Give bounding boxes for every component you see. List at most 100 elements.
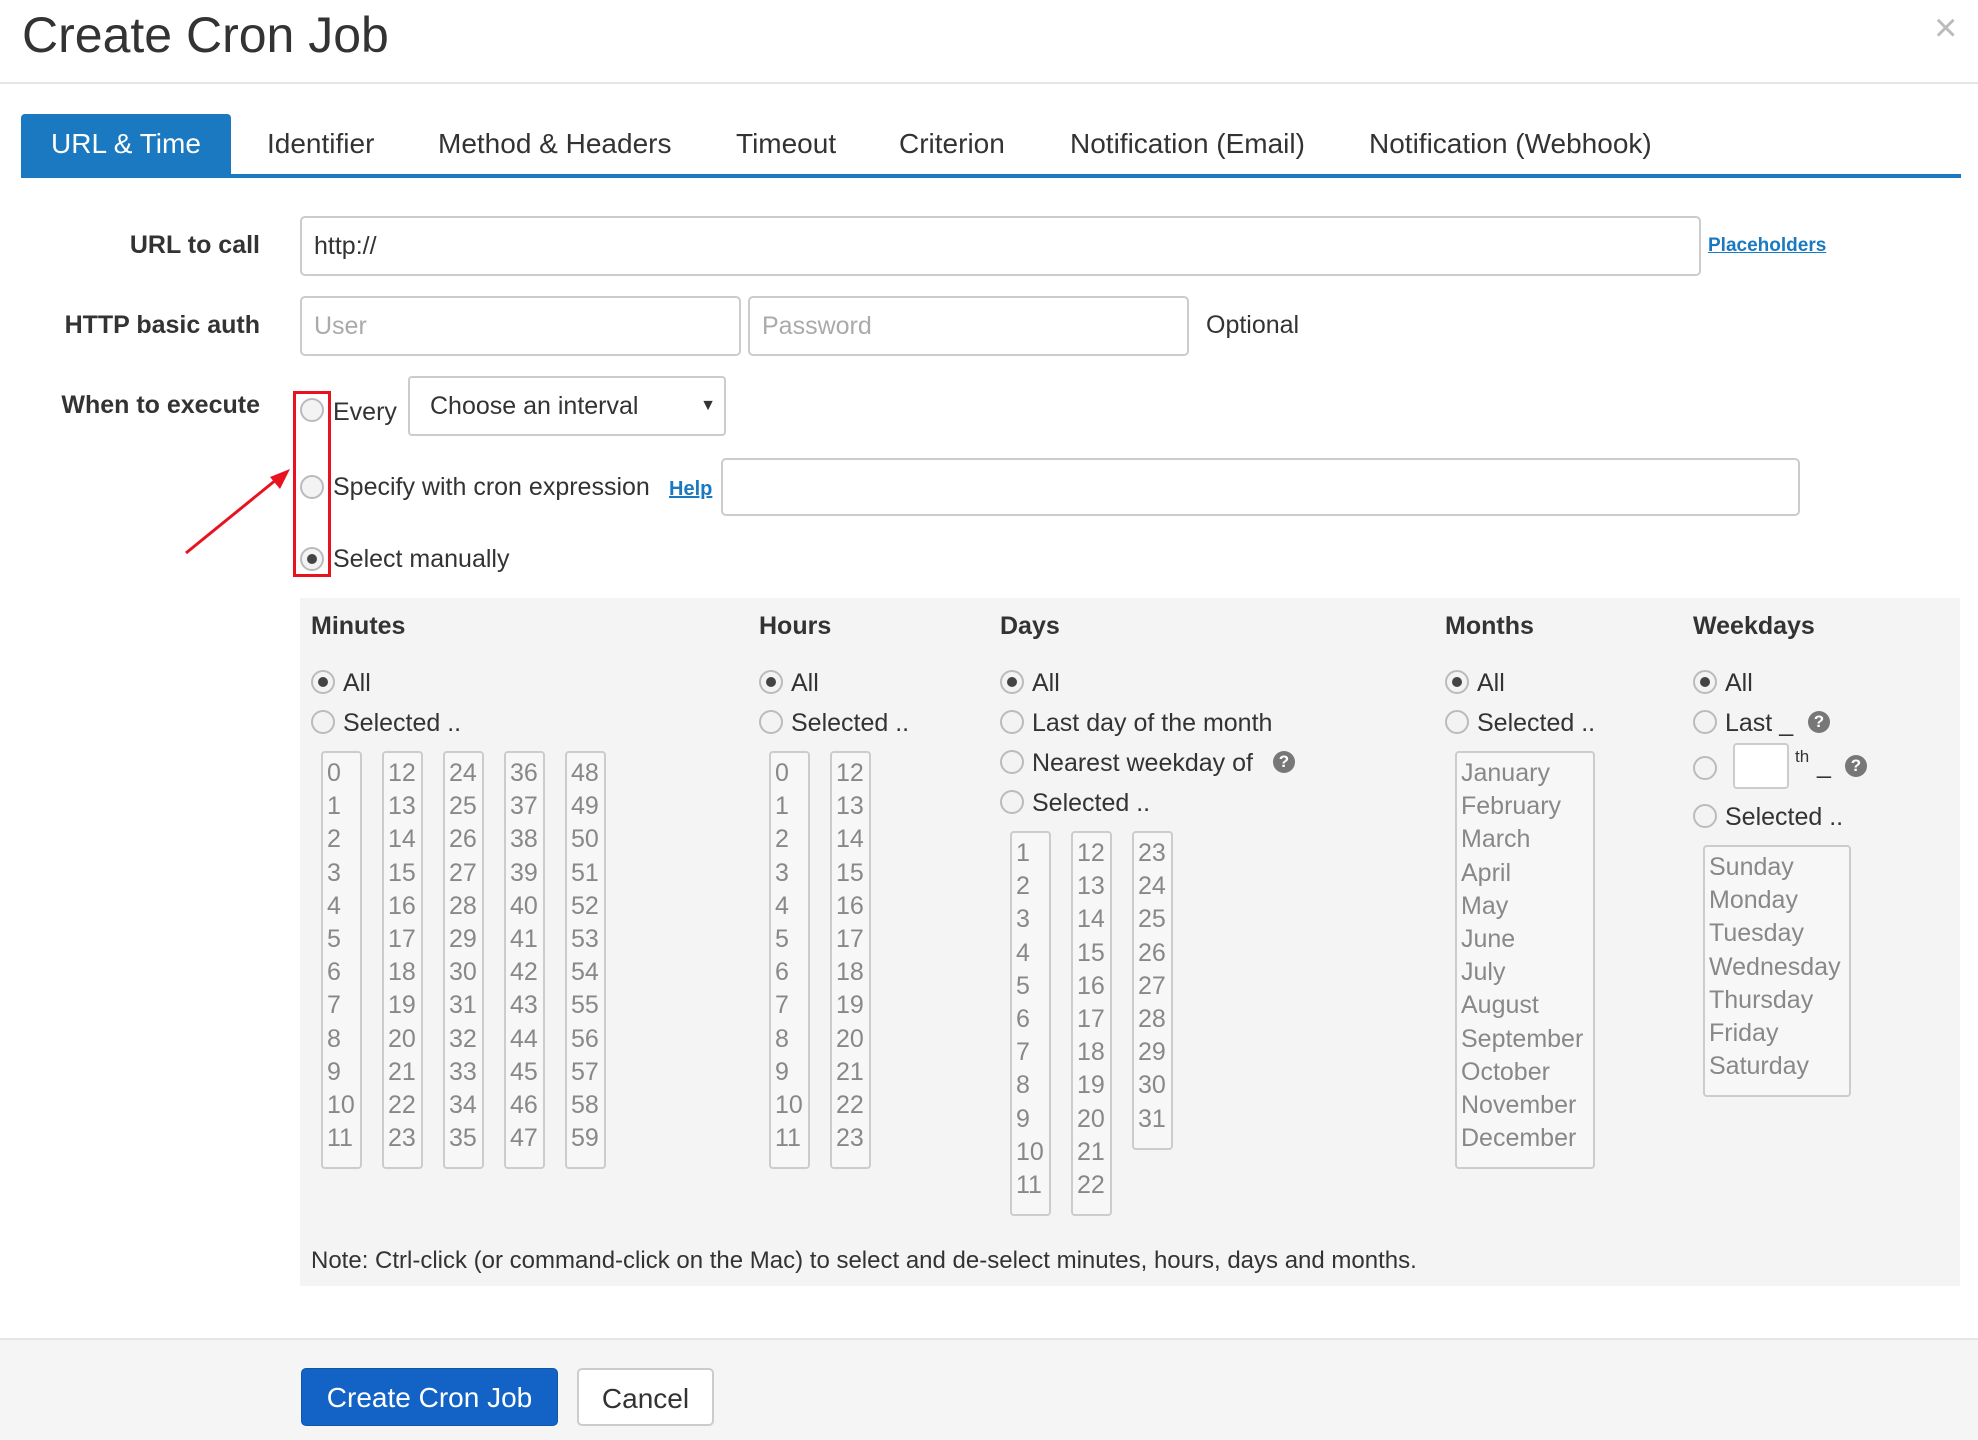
list-option[interactable]: Tuesday [1709, 917, 1845, 950]
interval-select[interactable]: Choose an interval ▼ [408, 376, 726, 436]
password-input[interactable] [748, 296, 1189, 356]
list-option[interactable]: 24 [449, 757, 478, 790]
list-option[interactable]: 25 [1138, 903, 1167, 936]
days-list-2[interactable]: 12 13 14 15 16 17 18 19 20 21 22 [1071, 831, 1112, 1216]
list-option[interactable]: 1 [1016, 837, 1045, 870]
list-option[interactable]: Friday [1709, 1017, 1845, 1050]
list-option[interactable]: October [1461, 1056, 1589, 1089]
list-option[interactable]: February [1461, 790, 1589, 823]
list-option[interactable]: 17 [388, 923, 417, 956]
create-cron-job-button[interactable]: Create Cron Job [301, 1368, 558, 1426]
list-option[interactable]: 44 [510, 1023, 539, 1056]
list-option[interactable]: 12 [836, 757, 865, 790]
list-option[interactable]: 3 [1016, 903, 1045, 936]
minutes-list-3[interactable]: 24 25 26 27 28 29 30 31 32 33 34 35 [443, 751, 484, 1169]
list-option[interactable]: 31 [1138, 1103, 1167, 1136]
months-list[interactable]: January February March April May June July Augu… [1455, 751, 1595, 1169]
list-option[interactable]: 49 [571, 790, 600, 823]
weekdays-radio-selected[interactable] [1693, 804, 1717, 828]
list-option[interactable]: 5 [1016, 970, 1045, 1003]
list-option[interactable]: September [1461, 1023, 1589, 1056]
list-option[interactable]: 10 [775, 1089, 804, 1122]
list-option[interactable]: 31 [449, 989, 478, 1022]
list-option[interactable]: 0 [775, 757, 804, 790]
list-option[interactable]: July [1461, 956, 1589, 989]
question-icon[interactable]: ? [1808, 711, 1830, 733]
list-option[interactable]: 20 [1077, 1103, 1106, 1136]
list-option[interactable]: 29 [1138, 1036, 1167, 1069]
list-option[interactable]: November [1461, 1089, 1589, 1122]
list-option[interactable]: 13 [836, 790, 865, 823]
question-icon[interactable]: ? [1845, 755, 1867, 777]
list-option[interactable]: May [1461, 890, 1589, 923]
list-option[interactable]: 13 [1077, 870, 1106, 903]
list-option[interactable]: 15 [1077, 937, 1106, 970]
placeholders-link[interactable]: Placeholders [1708, 235, 1826, 257]
list-option[interactable]: 35 [449, 1122, 478, 1155]
list-option[interactable]: 22 [836, 1089, 865, 1122]
list-option[interactable]: 23 [388, 1122, 417, 1155]
list-option[interactable]: January [1461, 757, 1589, 790]
days-radio-last-day[interactable] [1000, 710, 1024, 734]
days-radio-nearest-weekday[interactable] [1000, 750, 1024, 774]
list-option[interactable]: 9 [327, 1056, 356, 1089]
list-option[interactable]: 51 [571, 857, 600, 890]
list-option[interactable]: 37 [510, 790, 539, 823]
list-option[interactable]: 54 [571, 956, 600, 989]
minutes-list-1[interactable]: 0 1 2 3 4 5 6 7 8 9 10 11 [321, 751, 362, 1169]
list-option[interactable]: Saturday [1709, 1050, 1845, 1083]
list-option[interactable]: 42 [510, 956, 539, 989]
list-option[interactable]: 50 [571, 823, 600, 856]
list-option[interactable]: 47 [510, 1122, 539, 1155]
list-option[interactable]: 43 [510, 989, 539, 1022]
days-radio-selected[interactable] [1000, 790, 1024, 814]
minutes-list-5[interactable]: 48 49 50 51 52 53 54 55 56 57 58 59 [565, 751, 606, 1169]
days-list-1[interactable]: 1 2 3 4 5 6 7 8 9 10 11 [1010, 831, 1051, 1216]
list-option[interactable]: April [1461, 857, 1589, 890]
list-option[interactable]: 57 [571, 1056, 600, 1089]
list-option[interactable]: 26 [449, 823, 478, 856]
tab-timeout[interactable]: Timeout [736, 114, 836, 174]
list-option[interactable]: 28 [1138, 1003, 1167, 1036]
cron-expression-input[interactable] [721, 458, 1800, 516]
list-option[interactable]: 48 [571, 757, 600, 790]
list-option[interactable]: 6 [327, 956, 356, 989]
list-option[interactable]: 41 [510, 923, 539, 956]
list-option[interactable]: 24 [1138, 870, 1167, 903]
list-option[interactable]: 4 [775, 890, 804, 923]
list-option[interactable]: 7 [1016, 1036, 1045, 1069]
list-option[interactable]: 10 [1016, 1136, 1045, 1169]
list-option[interactable]: 8 [1016, 1069, 1045, 1102]
list-option[interactable]: 11 [1016, 1169, 1045, 1202]
tab-identifier[interactable]: Identifier [267, 114, 374, 174]
list-option[interactable]: 7 [327, 989, 356, 1022]
list-option[interactable]: Thursday [1709, 984, 1845, 1017]
list-option[interactable]: 58 [571, 1089, 600, 1122]
hours-list-1[interactable]: 0 1 2 3 4 5 6 7 8 9 10 11 [769, 751, 810, 1169]
list-option[interactable]: 12 [388, 757, 417, 790]
list-option[interactable]: 22 [1077, 1169, 1106, 1202]
list-option[interactable]: 30 [449, 956, 478, 989]
list-option[interactable]: 2 [327, 823, 356, 856]
list-option[interactable]: 21 [388, 1056, 417, 1089]
list-option[interactable]: 19 [836, 989, 865, 1022]
list-option[interactable]: 6 [775, 956, 804, 989]
cancel-button[interactable]: Cancel [577, 1368, 714, 1426]
list-option[interactable]: 8 [327, 1023, 356, 1056]
list-option[interactable]: 19 [388, 989, 417, 1022]
list-option[interactable]: 16 [1077, 970, 1106, 1003]
list-option[interactable]: 28 [449, 890, 478, 923]
months-radio-all[interactable] [1445, 670, 1469, 694]
list-option[interactable]: 5 [327, 923, 356, 956]
list-option[interactable]: 2 [1016, 870, 1045, 903]
list-option[interactable]: 32 [449, 1023, 478, 1056]
list-option[interactable]: March [1461, 823, 1589, 856]
list-option[interactable]: 15 [836, 857, 865, 890]
tab-notification-webhook[interactable]: Notification (Webhook) [1369, 114, 1652, 174]
help-link[interactable]: Help [669, 478, 712, 501]
minutes-radio-selected[interactable] [311, 710, 335, 734]
hours-radio-selected[interactable] [759, 710, 783, 734]
list-option[interactable]: 25 [449, 790, 478, 823]
list-option[interactable]: 17 [1077, 1003, 1106, 1036]
list-option[interactable]: 20 [388, 1023, 417, 1056]
